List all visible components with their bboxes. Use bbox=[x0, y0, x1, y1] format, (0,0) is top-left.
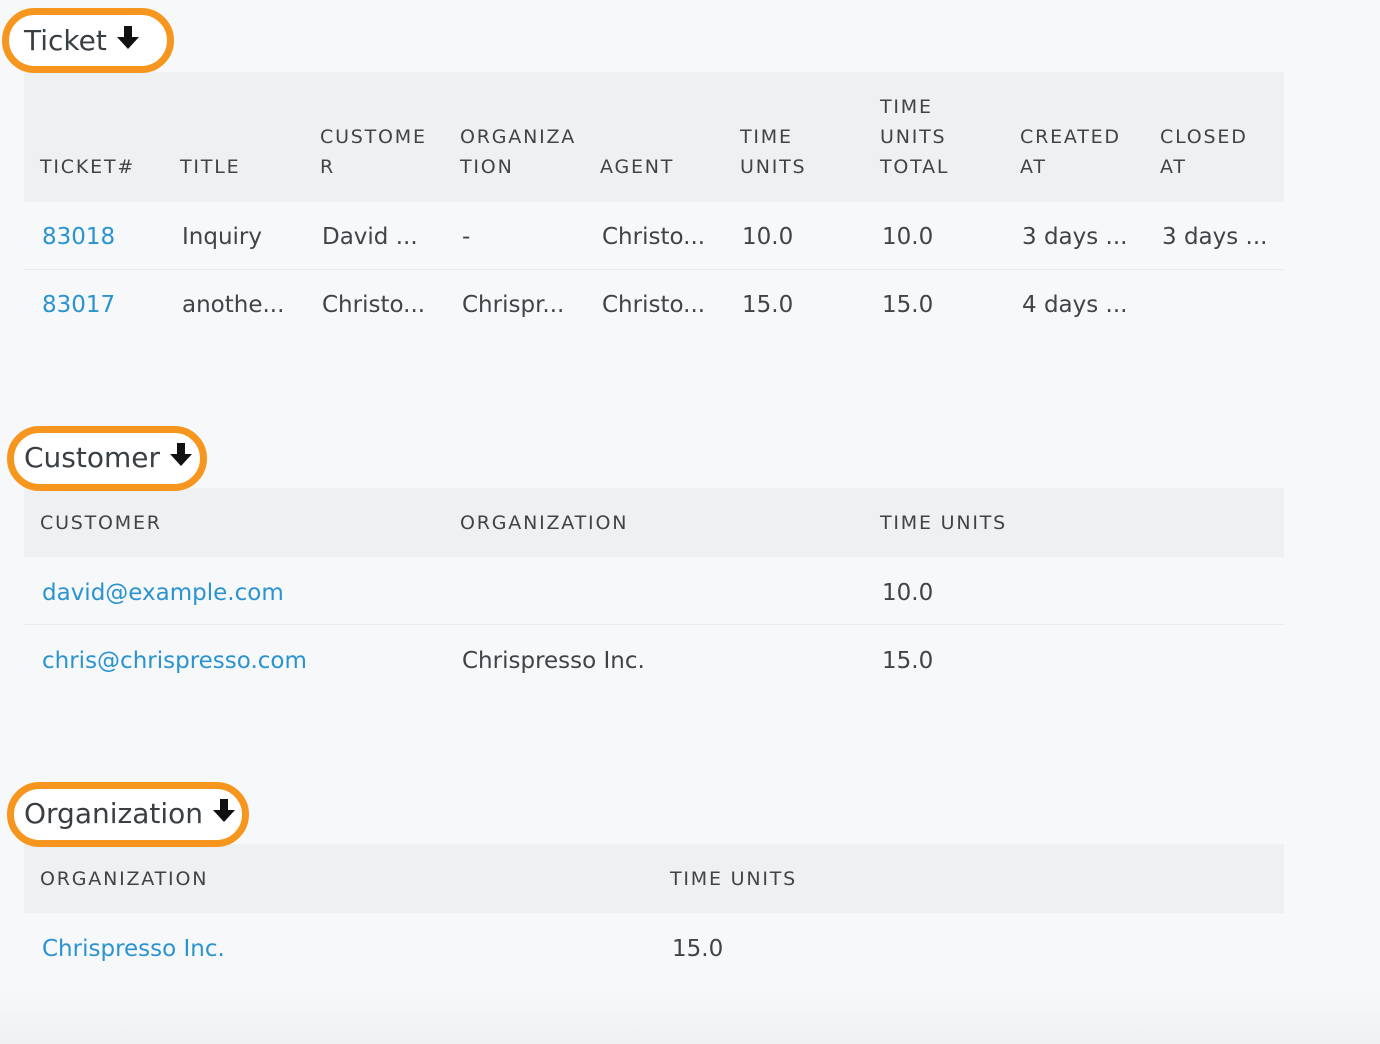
ticket-number-link[interactable]: 83017 bbox=[42, 290, 115, 320]
ticket-organization: Chrispr... bbox=[462, 292, 565, 318]
customer-email-link[interactable]: chris@chrispresso.com bbox=[42, 646, 307, 676]
arrow-down-icon[interactable] bbox=[211, 797, 237, 825]
ticket-closed-at: 3 days ... bbox=[1162, 224, 1268, 250]
customer-table-header: CUSTOMER ORGANIZATION TIME UNITS bbox=[24, 488, 1284, 557]
ticket-section-title[interactable]: Ticket bbox=[24, 24, 141, 58]
organization-section-label: Organization bbox=[24, 797, 204, 830]
ticket-time-units: 15.0 bbox=[742, 292, 794, 318]
column-header-organization[interactable]: ORGANIZATION bbox=[40, 864, 208, 894]
ticket-time-units-total: 10.0 bbox=[882, 224, 934, 250]
organization-section-title[interactable]: Organization bbox=[24, 797, 237, 831]
arrow-down-icon[interactable] bbox=[168, 441, 194, 469]
column-header-ticket-number[interactable]: TICKET# bbox=[40, 152, 135, 182]
customer-section-title[interactable]: Customer bbox=[24, 441, 194, 475]
column-header-time-units[interactable]: TIME UNITS bbox=[740, 122, 806, 182]
ticket-agent: Christo... bbox=[602, 224, 706, 250]
table-row[interactable]: 83018 Inquiry David ... - Christo... 10.… bbox=[24, 202, 1284, 270]
ticket-created-at: 3 days ... bbox=[1022, 224, 1128, 250]
ticket-customer: David ... bbox=[322, 224, 418, 250]
ticket-agent: Christo... bbox=[602, 292, 706, 318]
column-header-customer[interactable]: CUSTOME R bbox=[320, 122, 427, 182]
customer-email-link[interactable]: david@example.com bbox=[42, 578, 284, 608]
customer-time-units: 10.0 bbox=[882, 580, 934, 606]
ticket-created-at: 4 days ... bbox=[1022, 292, 1128, 318]
column-header-time-units-total[interactable]: TIME UNITS TOTAL bbox=[880, 92, 949, 182]
table-row[interactable]: 83017 anothe... Christo... Chrispr... Ch… bbox=[24, 270, 1284, 337]
customer-organization: Chrispresso Inc. bbox=[462, 648, 645, 674]
table-row[interactable]: Chrispresso Inc. 15.0 bbox=[24, 913, 1284, 985]
ticket-title: anothe... bbox=[182, 292, 285, 318]
organization-table-header: ORGANIZATION TIME UNITS bbox=[24, 844, 1284, 913]
column-header-customer[interactable]: CUSTOMER bbox=[40, 508, 162, 538]
column-header-organization[interactable]: ORGANIZATION bbox=[460, 508, 628, 538]
organization-table: ORGANIZATION TIME UNITS Chrispresso Inc.… bbox=[24, 844, 1284, 985]
column-header-time-units[interactable]: TIME UNITS bbox=[880, 508, 1007, 538]
bottom-shade bbox=[0, 994, 1380, 1044]
column-header-organization[interactable]: ORGANIZA TION bbox=[460, 122, 576, 182]
ticket-table: TICKET# TITLE CUSTOME R ORGANIZA TION AG… bbox=[24, 72, 1284, 337]
customer-time-units: 15.0 bbox=[882, 648, 934, 674]
ticket-time-units: 10.0 bbox=[742, 224, 794, 250]
ticket-title: Inquiry bbox=[182, 224, 262, 250]
table-row[interactable]: chris@chrispresso.com Chrispresso Inc. 1… bbox=[24, 625, 1284, 692]
column-header-title[interactable]: TITLE bbox=[180, 152, 240, 182]
organization-time-units: 15.0 bbox=[672, 936, 724, 962]
ticket-section-label: Ticket bbox=[24, 24, 107, 57]
table-row[interactable]: david@example.com 10.0 bbox=[24, 557, 1284, 625]
customer-section-label: Customer bbox=[24, 441, 161, 474]
ticket-table-header: TICKET# TITLE CUSTOME R ORGANIZA TION AG… bbox=[24, 72, 1284, 202]
organization-name-link[interactable]: Chrispresso Inc. bbox=[42, 934, 225, 964]
ticket-organization: - bbox=[462, 224, 471, 250]
column-header-closed-at[interactable]: CLOSED AT bbox=[1160, 122, 1248, 182]
ticket-customer: Christo... bbox=[322, 292, 426, 318]
arrow-down-icon[interactable] bbox=[115, 24, 141, 52]
column-header-agent[interactable]: AGENT bbox=[600, 152, 674, 182]
ticket-number-link[interactable]: 83018 bbox=[42, 222, 115, 252]
column-header-time-units[interactable]: TIME UNITS bbox=[670, 864, 797, 894]
ticket-time-units-total: 15.0 bbox=[882, 292, 934, 318]
column-header-created-at[interactable]: CREATED AT bbox=[1020, 122, 1121, 182]
customer-table: CUSTOMER ORGANIZATION TIME UNITS david@e… bbox=[24, 488, 1284, 692]
